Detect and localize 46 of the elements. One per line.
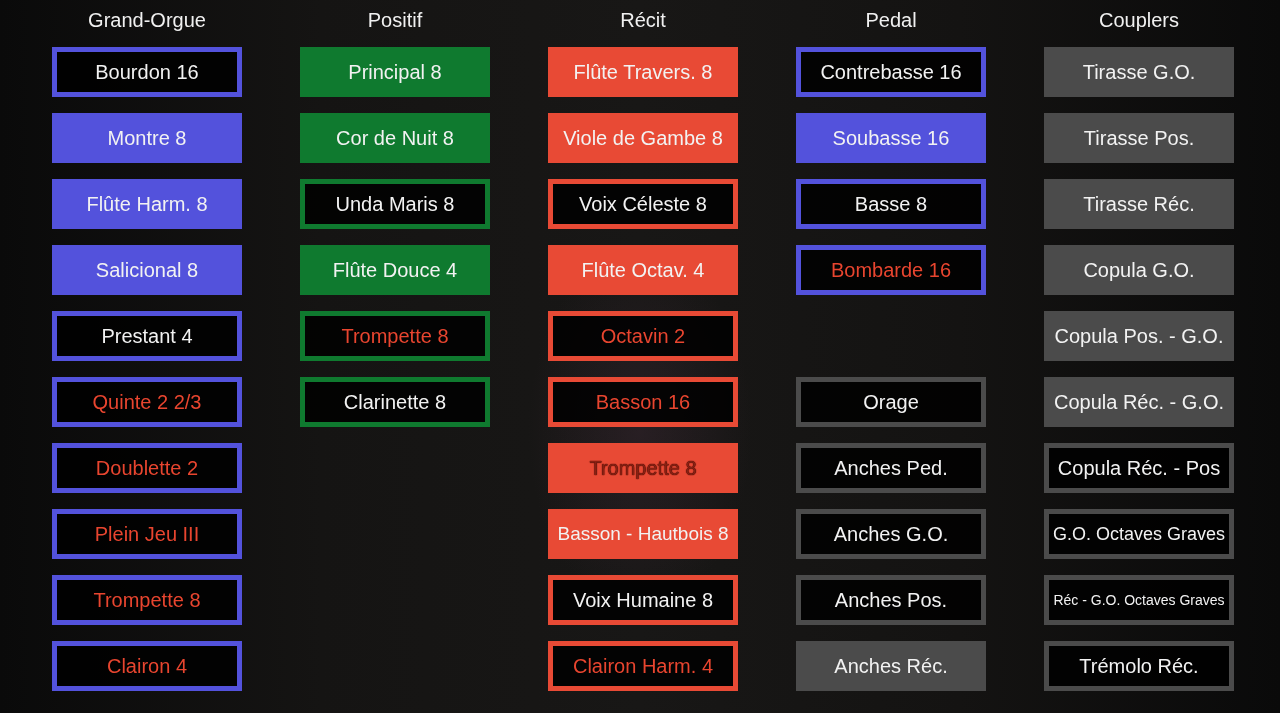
stop-button[interactable]: Anches Ped. xyxy=(796,443,986,493)
division-title: Grand-Orgue xyxy=(88,8,206,33)
stop-button[interactable]: Contrebasse 16 xyxy=(796,47,986,97)
stop-button[interactable]: Tirasse G.O. xyxy=(1044,47,1234,97)
stop-button[interactable]: Doublette 2 xyxy=(52,443,242,493)
stop-button[interactable]: Tirasse Pos. xyxy=(1044,113,1234,163)
division-title: Pedal xyxy=(865,8,917,33)
division-title: Couplers xyxy=(1098,8,1179,33)
stop-button[interactable]: Voix Humaine 8 xyxy=(548,575,738,625)
stop-button[interactable]: Copula G.O. xyxy=(1044,245,1234,295)
stop-button[interactable]: Plein Jeu III xyxy=(52,509,242,559)
stop-button[interactable]: Cor de Nuit 8 xyxy=(300,113,490,163)
stop-button[interactable]: Basse 8 xyxy=(796,179,986,229)
stop-button[interactable]: Orage xyxy=(796,377,986,427)
stop-button[interactable]: Prestant 4 xyxy=(52,311,242,361)
stop-button[interactable]: Soubasse 16 xyxy=(796,113,986,163)
stop-button[interactable]: Octavin 2 xyxy=(548,311,738,361)
stop-button[interactable]: Copula Réc. - Pos xyxy=(1044,443,1234,493)
stop-button[interactable]: Salicional 8 xyxy=(52,245,242,295)
stop-button[interactable]: Anches G.O. xyxy=(796,509,986,559)
stop-button[interactable]: Clairon Harm. 4 xyxy=(548,641,738,691)
stop-button[interactable]: G.O. Octaves Graves xyxy=(1044,509,1234,559)
stop-button[interactable]: Clarinette 8 xyxy=(300,377,490,427)
stop-button[interactable]: Bombarde 16 xyxy=(796,245,986,295)
stop-button[interactable]: Voix Céleste 8 xyxy=(548,179,738,229)
stop-button[interactable]: Basson 16 xyxy=(548,377,738,427)
stop-button[interactable]: Tirasse Réc. xyxy=(1044,179,1234,229)
stop-button[interactable]: Trompette 8 xyxy=(52,575,242,625)
stop-button[interactable]: Basson - Hautbois 8 xyxy=(548,509,738,559)
stop-button[interactable]: Copula Réc. - G.O. xyxy=(1044,377,1234,427)
stop-button[interactable]: Quinte 2 2/3 xyxy=(52,377,242,427)
stop-button[interactable]: Copula Pos. - G.O. xyxy=(1044,311,1234,361)
stop-button[interactable]: Trémolo Réc. xyxy=(1044,641,1234,691)
stop-button[interactable]: Bourdon 16 xyxy=(52,47,242,97)
stop-button[interactable]: Trompette 8 xyxy=(300,311,490,361)
stop-button[interactable]: Anches Pos. xyxy=(796,575,986,625)
division-title: Récit xyxy=(620,8,666,33)
stop-button[interactable]: Principal 8 xyxy=(300,47,490,97)
stop-button[interactable]: Clairon 4 xyxy=(52,641,242,691)
stop-button[interactable]: Unda Maris 8 xyxy=(300,179,490,229)
stop-button[interactable]: Flûte Douce 4 xyxy=(300,245,490,295)
stop-button[interactable]: Anches Réc. xyxy=(796,641,986,691)
division-title: Positif xyxy=(367,8,423,33)
stop-button[interactable]: Réc - G.O. Octaves Graves xyxy=(1044,575,1234,625)
stop-button[interactable]: Montre 8 xyxy=(52,113,242,163)
stop-button[interactable]: Flûte Harm. 8 xyxy=(52,179,242,229)
